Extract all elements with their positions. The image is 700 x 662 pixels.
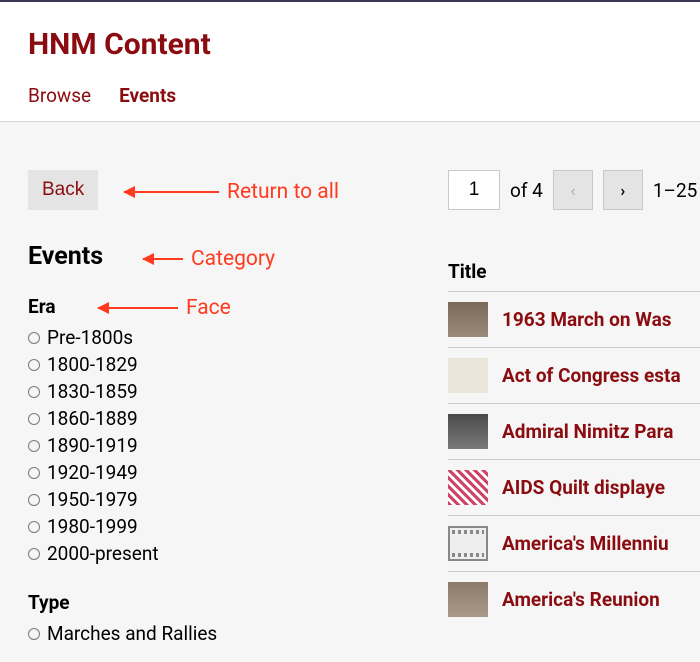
prev-page-button[interactable]: ‹: [553, 170, 593, 210]
radio-icon: [28, 386, 40, 398]
radio-icon: [28, 548, 40, 560]
facet-item[interactable]: Pre-1800s: [28, 324, 438, 351]
facet-item[interactable]: 1980-1999: [28, 513, 438, 540]
table-row[interactable]: 1963 March on Was: [448, 291, 700, 347]
radio-icon: [28, 628, 40, 640]
pager: of 4 ‹ › 1–25: [448, 170, 700, 210]
category-title: Events: [28, 242, 438, 271]
table-row[interactable]: Admiral Nimitz Para: [448, 403, 700, 459]
facet-item[interactable]: 1950-1979: [28, 486, 438, 513]
facet-item-label: Marches and Rallies: [47, 622, 217, 645]
thumbnail: [448, 302, 488, 337]
radio-icon: [28, 413, 40, 425]
facet-title-type: Type: [28, 591, 438, 614]
thumbnail: [448, 414, 488, 449]
table-row[interactable]: Act of Congress esta: [448, 347, 700, 403]
annotation-return-text: Return to all: [227, 180, 339, 204]
table-row[interactable]: AIDS Quilt displaye: [448, 459, 700, 515]
radio-icon: [28, 440, 40, 452]
facet-item-label: 1920-1949: [47, 461, 138, 484]
facet-item[interactable]: 1920-1949: [28, 459, 438, 486]
facet-item[interactable]: 1800-1829: [28, 351, 438, 378]
facet-item-label: 1830-1859: [47, 380, 138, 403]
thumbnail: [448, 358, 488, 393]
tab-events[interactable]: Events: [119, 84, 176, 121]
facet-item-label: 1950-1979: [47, 488, 138, 511]
row-title: America's Millenniu: [502, 532, 669, 555]
site-title: HNM Content: [28, 27, 672, 62]
page-of-label: of 4: [510, 179, 543, 202]
facet-item-label: 1980-1999: [47, 515, 138, 538]
radio-icon: [28, 521, 40, 533]
facet-title-era: Era: [28, 295, 438, 318]
facet-item-label: Pre-1800s: [47, 326, 133, 349]
radio-icon: [28, 494, 40, 506]
row-title: Admiral Nimitz Para: [502, 420, 673, 443]
nav-tabs: Browse Events: [28, 84, 672, 121]
table-row[interactable]: America's Millenniu: [448, 515, 700, 571]
row-title: Act of Congress esta: [502, 364, 681, 387]
row-title: 1963 March on Was: [502, 308, 672, 331]
thumbnail: [448, 470, 488, 505]
annotation-return-to-all: Return to all: [124, 180, 339, 204]
chevron-right-icon: ›: [620, 181, 625, 200]
table-header-title: Title: [448, 260, 700, 291]
tab-browse[interactable]: Browse: [28, 84, 91, 121]
facet-item[interactable]: 1860-1889: [28, 405, 438, 432]
page-input[interactable]: [448, 170, 500, 210]
facet-item-label: 1800-1829: [47, 353, 138, 376]
page-range: 1–25: [653, 179, 698, 202]
chevron-left-icon: ‹: [570, 181, 575, 200]
radio-icon: [28, 359, 40, 371]
table-row[interactable]: America's Reunion: [448, 571, 700, 627]
thumbnail: [448, 582, 488, 617]
facet-item[interactable]: Marches and Rallies: [28, 620, 438, 647]
radio-icon: [28, 332, 40, 344]
next-page-button[interactable]: ›: [603, 170, 643, 210]
facet-item[interactable]: 1830-1859: [28, 378, 438, 405]
row-title: AIDS Quilt displaye: [502, 476, 665, 499]
arrow-icon: [124, 191, 219, 193]
facet-item-label: 1860-1889: [47, 407, 138, 430]
facet-item[interactable]: 2000-present: [28, 540, 438, 567]
radio-icon: [28, 467, 40, 479]
film-icon: [448, 526, 488, 561]
facet-list-type: Marches and Rallies: [28, 620, 438, 647]
facet-item[interactable]: 1890-1919: [28, 432, 438, 459]
back-button[interactable]: Back: [28, 170, 98, 210]
facet-item-label: 1890-1919: [47, 434, 138, 457]
facet-list-era: Pre-1800s 1800-1829 1830-1859 1860-1889 …: [28, 324, 438, 567]
row-title: America's Reunion: [502, 588, 660, 611]
facet-item-label: 2000-present: [47, 542, 159, 565]
